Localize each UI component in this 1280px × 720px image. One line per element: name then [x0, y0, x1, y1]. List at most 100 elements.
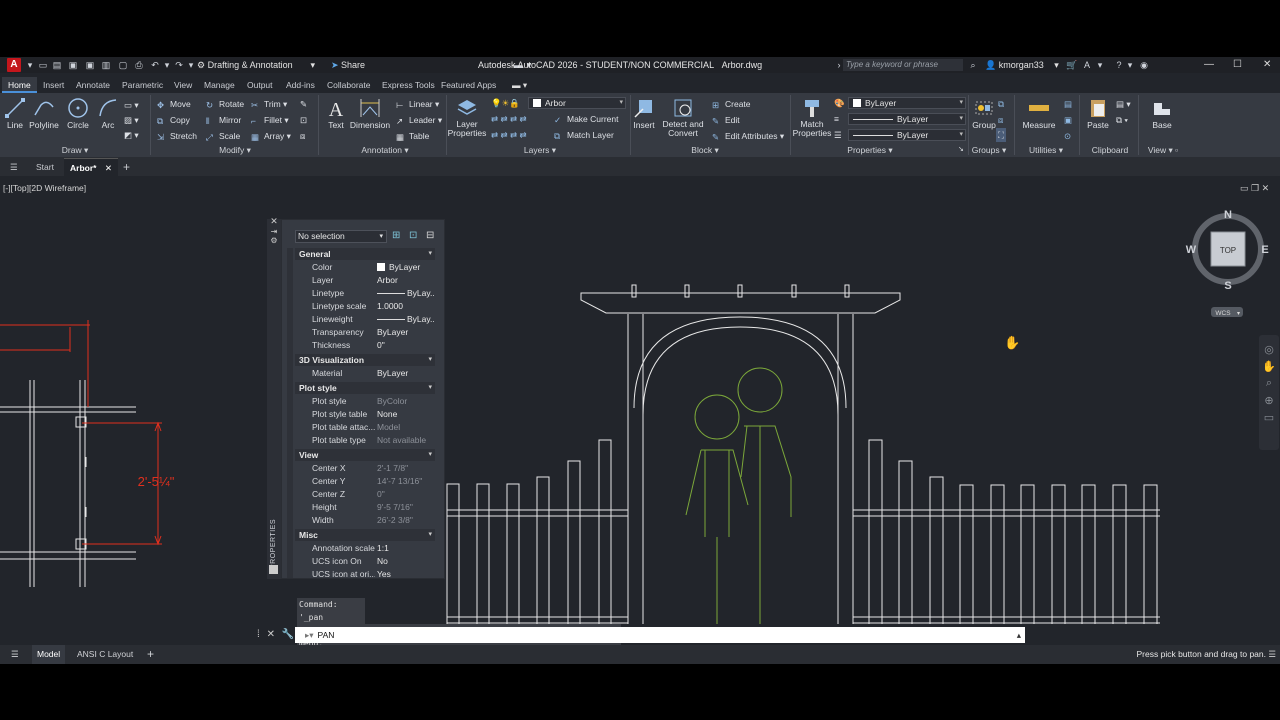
layer-properties-button[interactable]: Layer Properties [446, 95, 488, 138]
property-row[interactable]: Layer Arbor [295, 274, 435, 286]
groups-panel-label[interactable]: Groups ▾ [965, 145, 1013, 156]
workspace-selector[interactable]: ⚙ Drafting & Annotation ▾ [197, 58, 319, 72]
collapse-section-icon[interactable]: ▾ [428, 248, 432, 260]
redo-icon[interactable]: ↷ [174, 59, 184, 71]
properties-panel-label[interactable]: Properties ▾ [835, 145, 905, 156]
property-value[interactable]: 9'-5 7/16" [377, 501, 435, 513]
id-point-icon[interactable]: ⊙ [1064, 129, 1071, 143]
new-layout-icon[interactable]: + [142, 645, 159, 664]
search-icon[interactable]: ⌕ [967, 59, 979, 71]
edit-block-button[interactable]: ✎ Edit [712, 113, 740, 127]
create-block-button[interactable]: ⊞ Create [712, 97, 751, 111]
close-command-line-icon[interactable]: ✕ [267, 629, 275, 640]
open-folder-icon[interactable]: ▤ [52, 59, 62, 71]
property-value[interactable]: 0" [377, 488, 435, 500]
plot-icon[interactable]: ⎙ [134, 59, 144, 71]
minimize-button[interactable]: — [1204, 58, 1214, 72]
block-panel-label[interactable]: Block ▾ [670, 145, 740, 156]
match-layer-button[interactable]: ⧉ Match Layer [554, 128, 614, 142]
rectangle-icon[interactable]: ▭ ▾ [124, 98, 139, 112]
property-row[interactable]: Width 26'-2 3/8" [295, 514, 435, 526]
new-file-icon[interactable]: ▭ [38, 59, 48, 71]
assistant-icon[interactable]: ◉ [1138, 59, 1150, 71]
user-account[interactable]: 👤 kmorgan33 ▾ [985, 58, 1059, 72]
detect-convert-button[interactable]: Detect and Convert [662, 95, 704, 138]
property-row[interactable]: Center Y 14'-7 13/16" [295, 475, 435, 487]
redo-dropdown-icon[interactable]: ▾ [186, 59, 196, 71]
property-row[interactable]: Linetype scale 1.0000 [295, 300, 435, 312]
showmotion-icon[interactable]: ▭ [1259, 411, 1279, 424]
properties-titlebar[interactable]: ✕ ⇥ ⚙ PROPERTIES [267, 216, 281, 579]
move-button[interactable]: ✥ Move [157, 97, 191, 111]
property-value[interactable]: 1:1 [377, 542, 435, 554]
draw-panel-label[interactable]: Draw ▾ [40, 145, 110, 156]
orbit-icon[interactable]: ⊕ [1259, 394, 1279, 407]
mirror-button[interactable]: ⫴ Mirror [206, 113, 241, 127]
explode-icon[interactable]: ⊡ [300, 113, 307, 127]
property-value[interactable]: 0" [377, 339, 435, 351]
property-row[interactable]: Lineweight ByLay... [295, 313, 435, 325]
property-value[interactable]: ByColor [377, 395, 435, 407]
menu-dropdown-icon[interactable]: ▾ [25, 59, 35, 71]
command-grip-icon[interactable]: ⁞ [257, 629, 260, 640]
tab-model[interactable]: Model [32, 645, 66, 664]
tab-express-tools[interactable]: Express Tools [376, 77, 441, 93]
layer-tool-icons-2[interactable]: ⇄ ⇄ ⇄ ⇄ [491, 128, 527, 142]
section-header[interactable]: Misc ▾ [295, 529, 435, 541]
copy-button[interactable]: ⧉ Copy [157, 113, 190, 127]
tab-view[interactable]: View [168, 77, 198, 93]
tab-ansi-c-layout[interactable]: ANSI C Layout [72, 645, 138, 664]
close-palette-icon[interactable]: ✕ [267, 216, 281, 227]
property-value[interactable]: Arbor [377, 274, 435, 286]
ungroup-icon[interactable]: ⧉ [998, 97, 1004, 111]
palette-scroll-gutter[interactable] [287, 248, 293, 578]
property-value[interactable]: ByLayer [377, 367, 435, 379]
customize-status-icon[interactable]: ☰ [1268, 645, 1276, 664]
view-panel-label[interactable]: View ▾ ▫ [1138, 145, 1188, 156]
clipboard-panel-label[interactable]: Clipboard [1084, 145, 1136, 156]
property-value[interactable]: ByLayer [389, 261, 447, 273]
cart-icon[interactable]: 🛒 [1066, 59, 1078, 71]
tab-home[interactable]: Home [2, 77, 37, 93]
array-button[interactable]: ▦ Array ▾ [251, 129, 291, 143]
collapse-section-icon[interactable]: ▾ [428, 382, 432, 394]
property-value[interactable]: 26'-2 3/8" [377, 514, 435, 526]
layer-state-icons[interactable]: 💡☀🔒 [491, 96, 520, 110]
tab-annotate[interactable]: Annotate [70, 77, 116, 93]
property-value[interactable]: Model [377, 421, 435, 433]
compass-west[interactable]: W [1186, 244, 1197, 256]
calculator-icon[interactable]: ▤ [1064, 97, 1072, 111]
maximize-button[interactable]: ☐ [1233, 58, 1242, 72]
chevron-down-icon[interactable]: ▾ [1095, 59, 1105, 71]
collapse-section-icon[interactable]: ▾ [428, 449, 432, 461]
customize-icon[interactable]: 🔧 [282, 629, 294, 640]
insert-button[interactable]: Insert [624, 95, 664, 135]
base-view-button[interactable]: Base [1142, 95, 1182, 135]
copy-clip-icon[interactable]: ⧉ ▾ [1116, 113, 1128, 127]
property-row[interactable]: Annotation scale 1:1 [295, 542, 435, 554]
property-value[interactable]: No [377, 555, 435, 567]
quick-select-icon[interactable]: ▣ [1064, 113, 1072, 127]
tab-collaborate[interactable]: Collaborate [321, 77, 376, 93]
share-button[interactable]: ➤ Share [331, 58, 365, 72]
search-input[interactable]: Type a keyword or phrase [843, 59, 963, 71]
color-wheel-icon[interactable]: 🎨 [834, 96, 845, 110]
tab-start[interactable]: Start [30, 158, 60, 176]
property-row[interactable]: Color ByLayer [295, 261, 435, 273]
boundary-icon[interactable]: ◩ ▾ [124, 128, 139, 142]
property-value[interactable]: Not available [377, 434, 435, 446]
linear-button[interactable]: ⊢ Linear ▾ [396, 97, 439, 111]
lineweight-dropdown[interactable]: ByLayer ▾ [848, 113, 966, 125]
property-row[interactable]: Thickness 0" [295, 339, 435, 351]
group-select-icon[interactable]: ⛶ [996, 128, 1006, 142]
property-row[interactable]: Material ByLayer [295, 367, 435, 379]
selection-dropdown[interactable]: No selection ▾ [295, 230, 387, 243]
tab-insert[interactable]: Insert [37, 77, 70, 93]
table-button[interactable]: ▦ Table [396, 129, 429, 143]
edit-attributes-button[interactable]: ✎ Edit Attributes ▾ [712, 129, 784, 143]
web-mobile-icon[interactable]: ▥ [101, 59, 111, 71]
quick-select-icon[interactable]: ⊟ [426, 230, 434, 241]
autocad-logo[interactable]: A [7, 58, 21, 72]
property-row[interactable]: Height 9'-5 7/16" [295, 501, 435, 513]
help-icon[interactable]: ? [1113, 59, 1125, 71]
